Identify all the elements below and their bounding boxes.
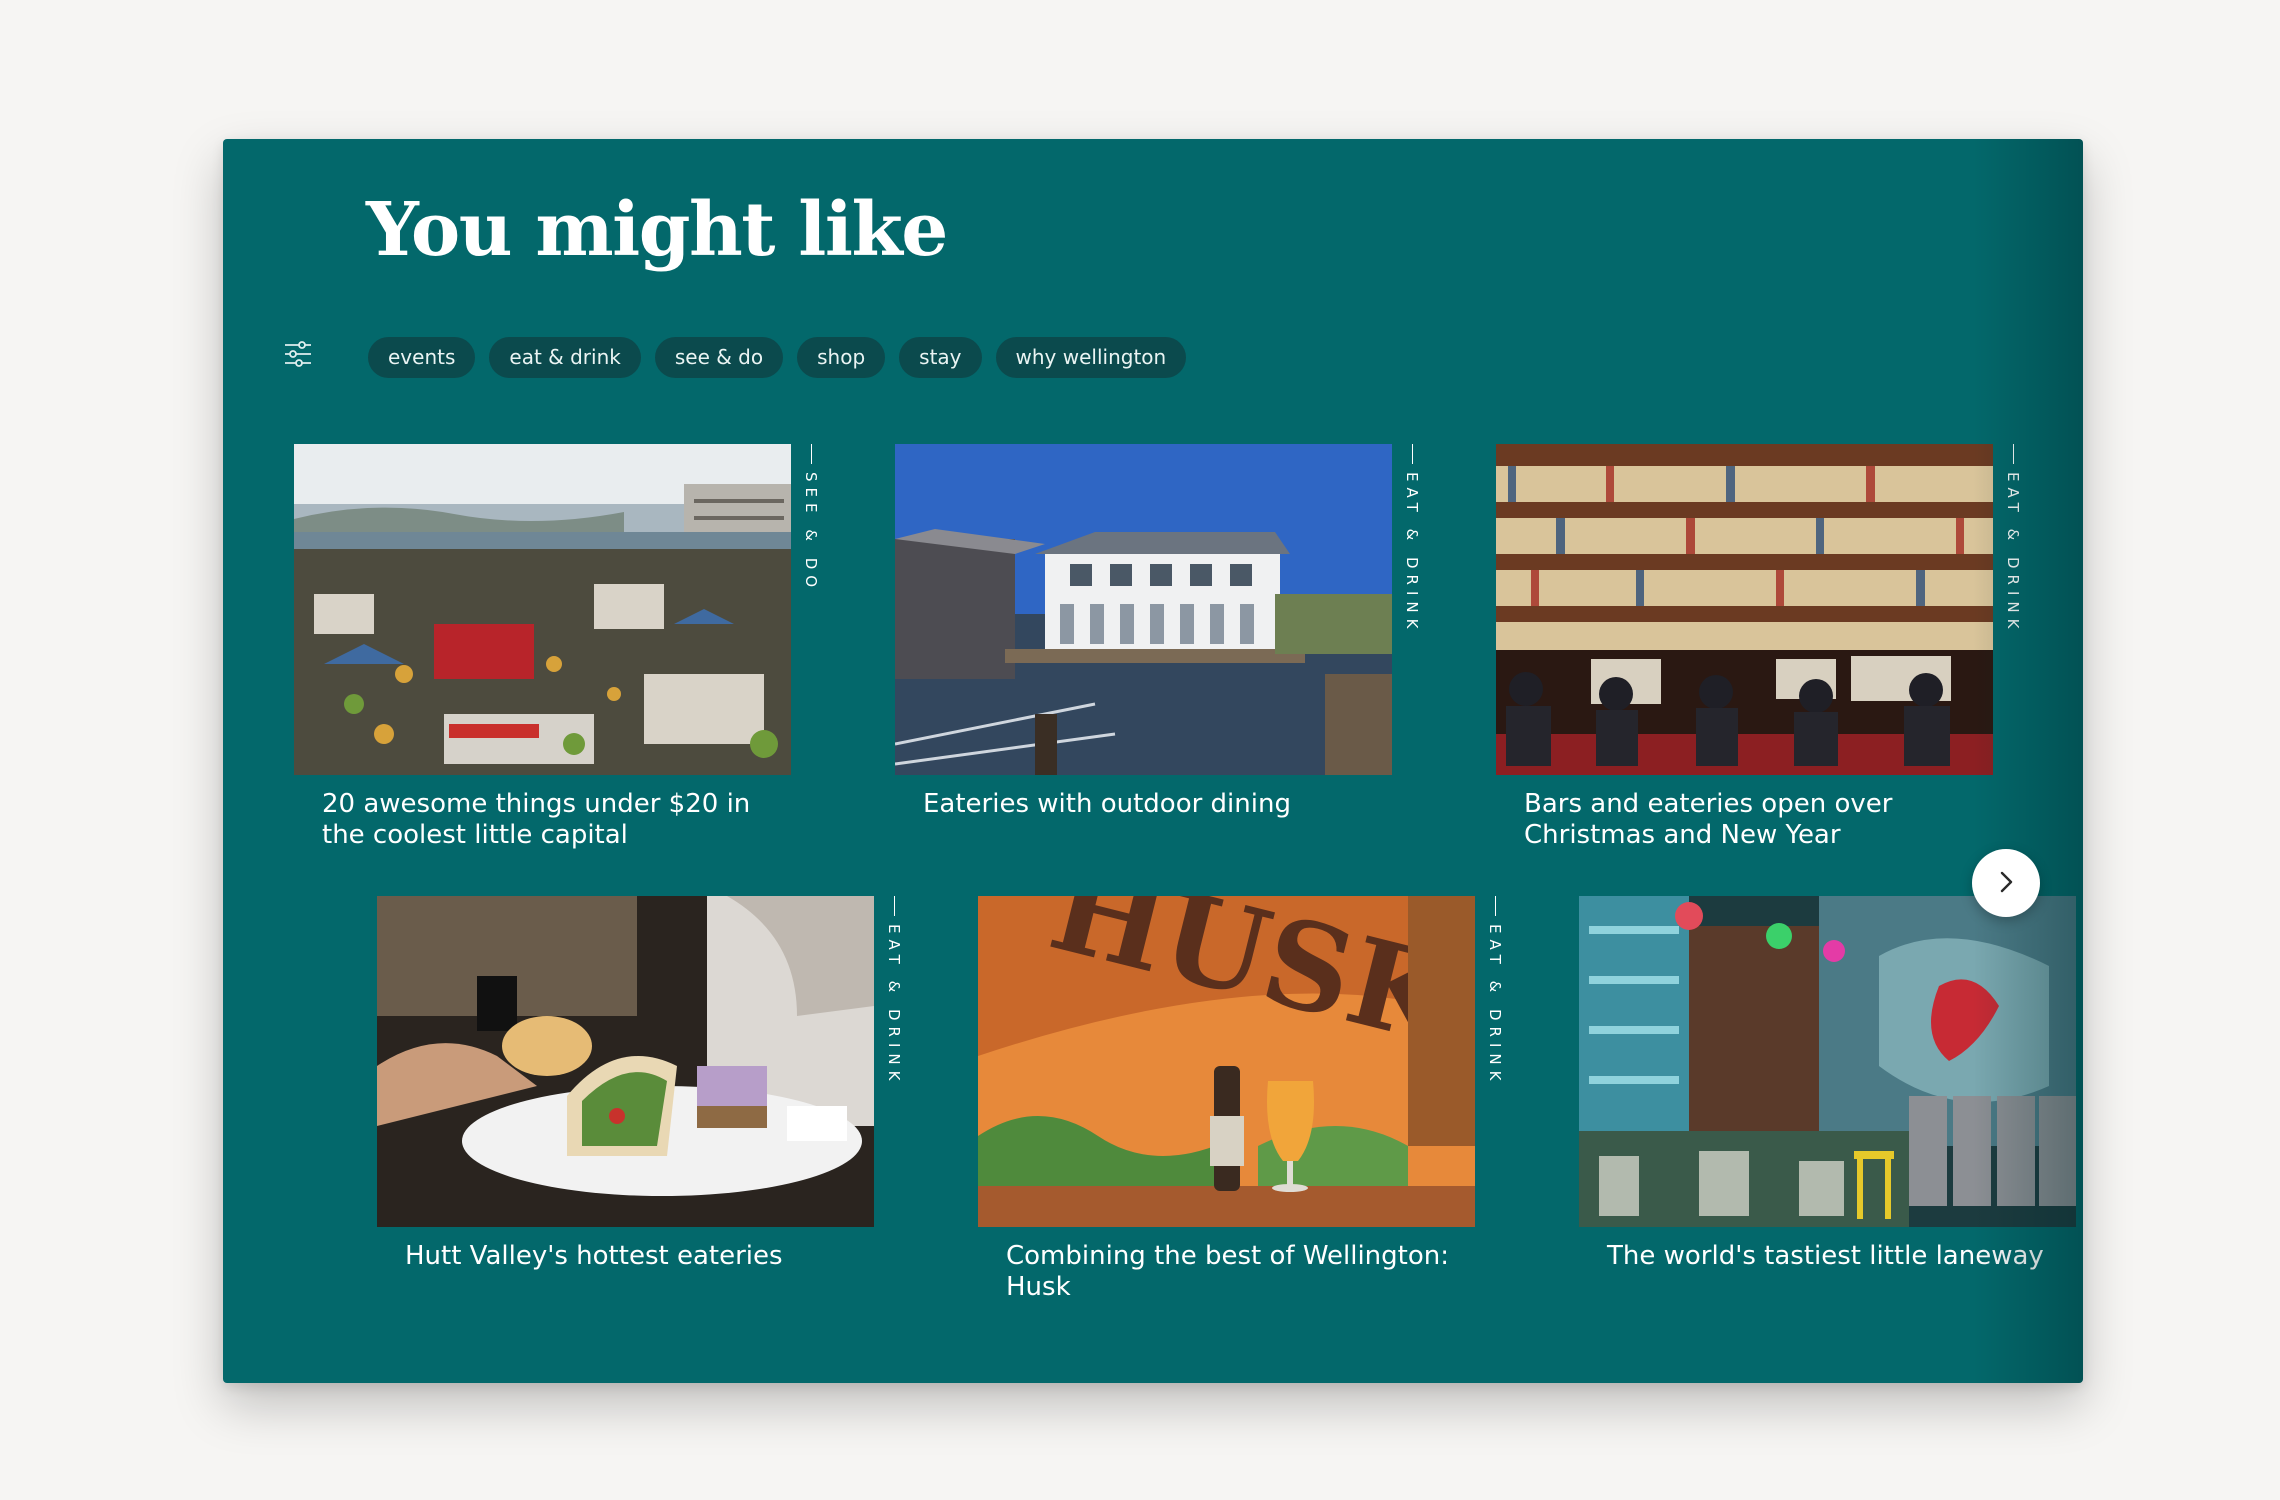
you-might-like-panel: You might like events eat & drink see & … — [223, 139, 2083, 1383]
card-title[interactable]: Combining the best of Wellington: Husk — [978, 1241, 1468, 1303]
article-card[interactable]: EAT & DRINK Hutt Valley's hottest eateri… — [377, 896, 937, 1272]
card-image-husk-beer[interactable]: HUSK — [978, 896, 1475, 1227]
card-title[interactable]: Hutt Valley's hottest eateries — [377, 1241, 867, 1272]
card-category: EAT & DRINK — [1486, 896, 1504, 1227]
article-card[interactable]: SEE & DO 20 awesome things under $20 in … — [294, 444, 854, 851]
card-image-laneway-bar[interactable] — [1579, 896, 2076, 1227]
category-filter-chips: events eat & drink see & do shop stay wh… — [368, 337, 1187, 378]
card-image-market[interactable] — [294, 444, 791, 775]
card-image-bookshelf-bar[interactable] — [1496, 444, 1993, 775]
chip-see-do[interactable]: see & do — [654, 337, 784, 378]
card-category: EAT & DRINK — [885, 896, 903, 1227]
chip-shop[interactable]: shop — [797, 337, 886, 378]
chip-why-wellington[interactable]: why wellington — [995, 337, 1187, 378]
card-title[interactable]: 20 awesome things under $20 in the coole… — [294, 789, 784, 851]
card-title[interactable]: Eateries with outdoor dining — [895, 789, 1385, 820]
chip-eat-drink[interactable]: eat & drink — [489, 337, 641, 378]
article-card[interactable]: EAT & DRINK Eateries with outdoor dining — [895, 444, 1455, 820]
card-title[interactable]: The world's tastiest little laneway — [1579, 1241, 2069, 1272]
filter-sliders-icon[interactable] — [283, 339, 313, 369]
chip-stay[interactable]: stay — [899, 337, 982, 378]
article-card[interactable]: The world's tastiest little laneway — [1579, 896, 2083, 1272]
article-card[interactable]: HUSK EAT & DRINK Combining the best of W… — [978, 896, 1538, 1303]
card-image-wrap-plate[interactable] — [377, 896, 874, 1227]
card-title[interactable]: Bars and eateries open over Christmas an… — [1496, 789, 1986, 851]
section-title: You might like — [366, 187, 948, 273]
chevron-right-icon — [1994, 870, 2018, 897]
card-category: SEE & DO — [802, 444, 820, 775]
card-category: EAT & DRINK — [2004, 444, 2022, 775]
card-image-waterfront[interactable] — [895, 444, 1392, 775]
carousel-next-button[interactable] — [1972, 849, 2040, 917]
chip-events[interactable]: events — [368, 337, 476, 378]
card-category: EAT & DRINK — [1403, 444, 1421, 775]
article-card[interactable]: EAT & DRINK Bars and eateries open over … — [1496, 444, 2056, 851]
